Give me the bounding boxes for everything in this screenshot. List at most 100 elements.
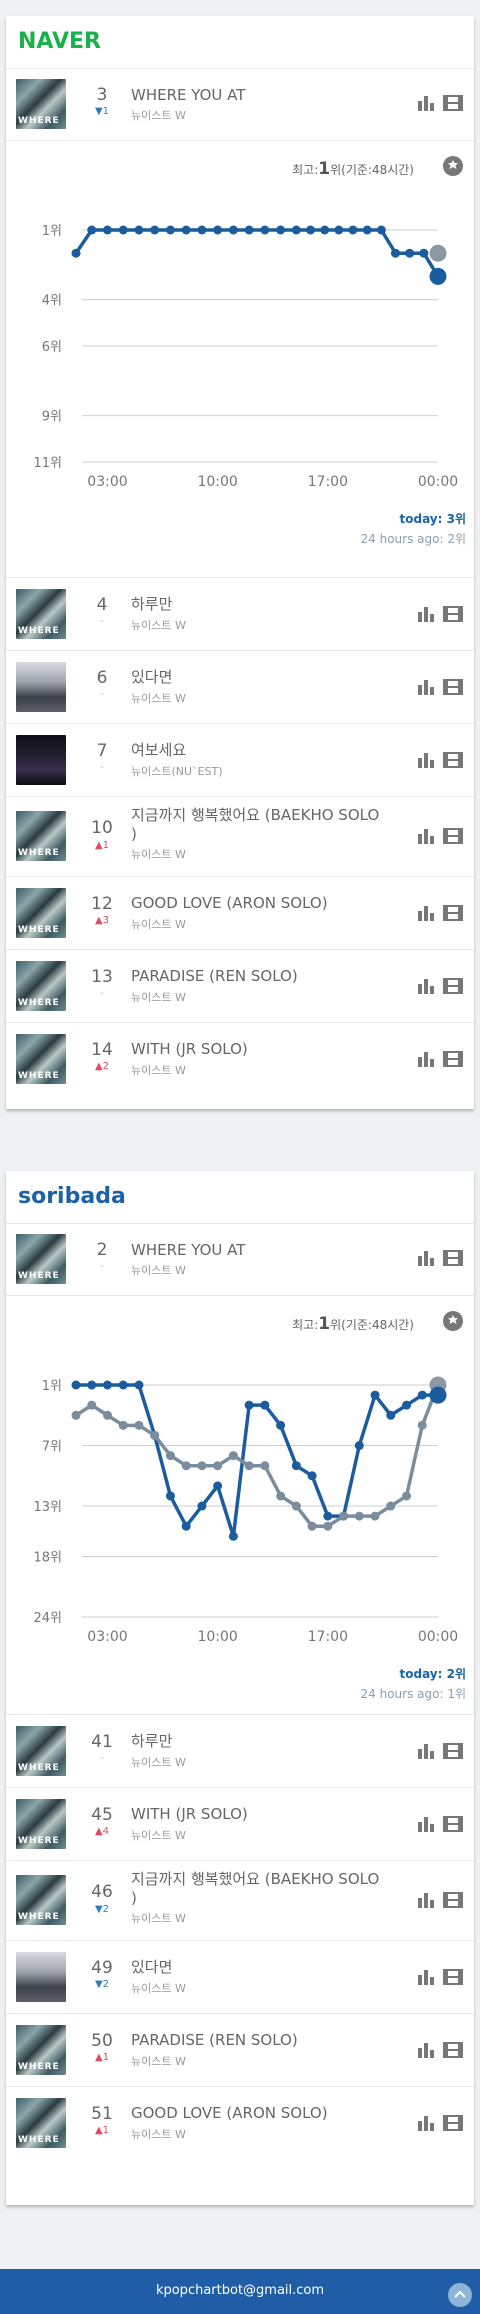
- bar-chart-icon[interactable]: [417, 978, 437, 994]
- y-tick-label: 1위: [42, 1379, 62, 1394]
- film-icon[interactable]: [443, 828, 463, 844]
- bar-chart-icon[interactable]: [417, 1743, 437, 1759]
- x-tick-label: 10:00: [197, 1629, 237, 1645]
- song-row[interactable]: 13- PARADISE (REN SOLO) 뉴이스트 W: [6, 949, 474, 1022]
- divider: [6, 1714, 474, 1715]
- song-artist: 뉴이스트 W: [131, 1756, 186, 1769]
- bar-chart-icon[interactable]: [417, 1250, 437, 1266]
- song-artist: 뉴이스트 W: [131, 619, 186, 632]
- data-point: [291, 1501, 301, 1511]
- data-point: [118, 225, 128, 235]
- film-icon[interactable]: [443, 977, 463, 994]
- song-row[interactable]: 12▲3 GOOD LOVE (ARON SOLO) 뉴이스트 W: [6, 876, 474, 949]
- film-icon[interactable]: [443, 1250, 463, 1266]
- song-title: GOOD LOVE (ARON SOLO): [131, 894, 328, 912]
- bar-chart-icon[interactable]: [417, 905, 437, 921]
- bar-chart-icon[interactable]: [417, 1816, 437, 1832]
- album-thumbnail: [16, 1798, 66, 1849]
- album-thumbnail: [16, 1875, 66, 1925]
- bar-chart-icon[interactable]: [417, 606, 437, 622]
- film-icon[interactable]: [443, 605, 463, 622]
- rank-number: 13: [91, 967, 113, 987]
- data-point: [276, 225, 286, 235]
- data-point: [362, 225, 372, 235]
- film-icon[interactable]: [443, 1050, 463, 1067]
- data-point: [118, 1420, 128, 1430]
- y-tick-label: 6위: [42, 340, 62, 355]
- top-song-row[interactable]: 3 ▼1 WHERE YOU AT 뉴이스트 W: [6, 68, 474, 140]
- x-tick-label: 00:00: [418, 1629, 458, 1645]
- rank-number: 7: [96, 741, 108, 761]
- song-title: PARADISE (REN SOLO): [131, 2031, 298, 2049]
- song-row[interactable]: 46 ▼2 지금까지 행복했어요 (BAEKHO SOLO ) 뉴이스트 W: [6, 1860, 474, 1940]
- gear-icon[interactable]: [442, 155, 464, 177]
- song-row[interactable]: 45▲4 WITH (JR SOLO) 뉴이스트 W: [6, 1787, 474, 1860]
- latest-point-24h-ago: [429, 244, 447, 262]
- film-icon[interactable]: [443, 1892, 463, 1908]
- rank-number: 3: [96, 85, 108, 105]
- scroll-to-top-button[interactable]: [448, 2283, 472, 2307]
- bar-chart-icon[interactable]: [417, 95, 437, 111]
- data-point: [134, 225, 144, 235]
- rank-number: 4: [96, 595, 108, 615]
- data-point: [197, 1461, 207, 1471]
- song-title: 하루만: [131, 1732, 173, 1750]
- song-row[interactable]: 49 ▼2 있다면 뉴이스트 W: [6, 1940, 474, 2013]
- song-row[interactable]: 7- 여보세요 뉴이스트(NU`EST): [6, 723, 474, 796]
- film-icon[interactable]: [443, 678, 463, 695]
- gear-icon[interactable]: [442, 1310, 464, 1332]
- album-thumbnail: [16, 661, 66, 712]
- bar-chart-icon[interactable]: [417, 752, 437, 768]
- rank-number: 45: [91, 1805, 113, 1825]
- data-point: [417, 1420, 427, 1430]
- song-row[interactable]: 4- 하루만뉴이스트 W: [6, 577, 474, 650]
- data-point: [228, 225, 238, 235]
- divider: [6, 650, 474, 651]
- bar-chart-icon[interactable]: [417, 2115, 437, 2131]
- song-row[interactable]: 10 ▲1 지금까지 행복했어요 (BAEKHO SOLO ) 뉴이스트 W: [6, 796, 474, 876]
- song-row[interactable]: 41- 하루만뉴이스트 W: [6, 1714, 474, 1787]
- data-point: [391, 248, 401, 258]
- data-point: [276, 1420, 286, 1430]
- data-point: [118, 1380, 128, 1390]
- film-icon[interactable]: [443, 1815, 463, 1832]
- divider: [6, 140, 474, 141]
- film-icon[interactable]: [443, 2041, 463, 2058]
- data-point: [181, 1521, 191, 1531]
- album-thumbnail: [16, 2024, 66, 2075]
- album-thumbnail: [16, 1951, 66, 2002]
- bar-chart-icon[interactable]: [417, 1051, 437, 1067]
- film-icon[interactable]: [443, 2114, 463, 2131]
- data-point: [165, 225, 175, 235]
- bar-chart-icon[interactable]: [417, 1969, 437, 1985]
- film-icon[interactable]: [443, 1968, 463, 1985]
- song-artist: 뉴이스트 W: [131, 991, 186, 1004]
- rank-number: 50: [91, 2031, 113, 2051]
- data-point: [307, 1471, 317, 1481]
- song-row[interactable]: 50▲1 PARADISE (REN SOLO) 뉴이스트 W: [6, 2013, 474, 2086]
- y-tick-label: 4위: [42, 294, 62, 309]
- data-point: [276, 1491, 286, 1501]
- song-artist: 뉴이스트 W: [131, 1264, 186, 1277]
- bar-chart-icon[interactable]: [417, 2042, 437, 2058]
- contact-email[interactable]: kpopchartbot@gmail.com: [0, 2283, 480, 2298]
- bar-chart-icon[interactable]: [417, 828, 437, 844]
- song-row[interactable]: 6- 있다면 뉴이스트 W: [6, 650, 474, 723]
- film-icon[interactable]: [443, 95, 463, 111]
- bar-chart-icon[interactable]: [417, 1892, 437, 1908]
- rank-number: 10: [91, 818, 113, 838]
- data-point: [386, 1410, 396, 1420]
- top-song-row[interactable]: 2 - WHERE YOU AT 뉴이스트 W: [6, 1223, 474, 1295]
- data-point: [260, 1400, 270, 1410]
- song-row[interactable]: 14▲2 WITH (JR SOLO) 뉴이스트 W: [6, 1022, 474, 1095]
- rank-change: ▲1: [94, 840, 110, 851]
- film-icon[interactable]: [443, 904, 463, 921]
- data-point: [354, 1441, 364, 1451]
- film-icon[interactable]: [443, 751, 463, 768]
- song-artist: 뉴이스트 W: [131, 692, 186, 705]
- song-row[interactable]: 51▲1 GOOD LOVE (ARON SOLO) 뉴이스트 W: [6, 2086, 474, 2159]
- chart-title: soribada: [18, 1184, 126, 1209]
- film-icon[interactable]: [443, 1742, 463, 1759]
- album-thumbnail: [16, 1725, 66, 1776]
- bar-chart-icon[interactable]: [417, 679, 437, 695]
